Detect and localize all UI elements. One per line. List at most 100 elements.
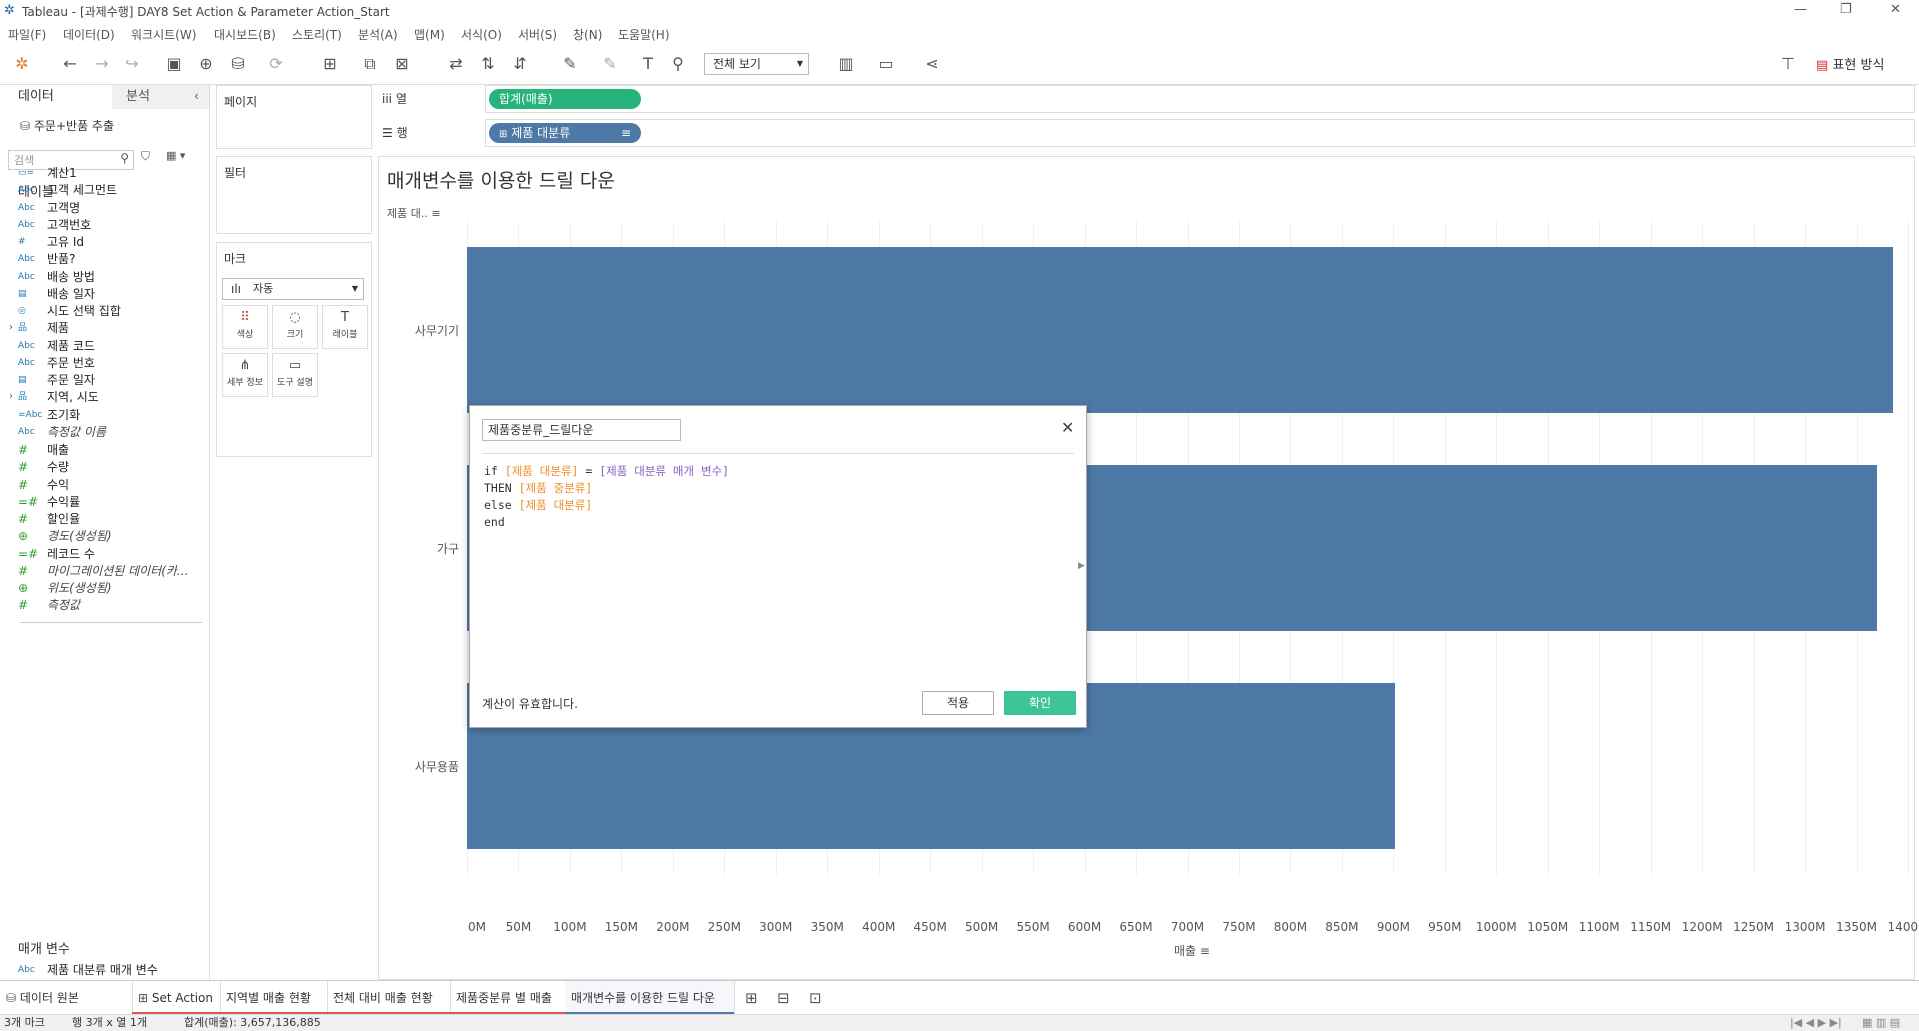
y-tick-label[interactable]: 가구 <box>379 540 459 557</box>
menu-item-8[interactable]: 서버(S) <box>518 26 557 43</box>
pin-icon[interactable]: ⚲ <box>668 54 688 74</box>
sheet-tab-0[interactable]: ⛁ 데이터 원본 <box>0 981 133 1015</box>
mark-button-4[interactable]: ▭ 도구 설명 <box>272 353 318 397</box>
expand-arrow-icon[interactable]: ▶ <box>1078 561 1085 571</box>
expand-icon: ⊞ <box>499 129 508 140</box>
save-icon[interactable]: ▣ <box>164 54 184 74</box>
menu-item-10[interactable]: 도움말(H) <box>618 26 670 43</box>
new-datasource-icon[interactable]: ⊕ <box>196 54 216 74</box>
sheet-tab-3[interactable]: 전체 대비 매출 현황 <box>327 981 451 1015</box>
formula-editor[interactable]: if [제품 대분류] = [제품 대분류 매개 변수] THEN [제품 중분류… <box>470 463 1070 653</box>
sort-ascending-icon[interactable]: ⇅ <box>478 54 498 74</box>
new-story-icon[interactable]: ⊡ <box>809 989 822 1007</box>
tab-data[interactable]: 데이터 <box>0 85 110 109</box>
x-axis: 0M 50M 100M 150M 200M 250M 300M 350M 400M 450M 500… <box>467 920 1919 936</box>
minimize-icon[interactable]: — <box>1794 2 1807 17</box>
field-item[interactable]: # 측정값 <box>0 595 205 615</box>
show-me-label: 표현 방식 <box>1832 58 1885 73</box>
label-icon[interactable]: T <box>638 54 658 74</box>
menu-item-1[interactable]: 데이터(D) <box>63 26 115 43</box>
collapse-pane-icon[interactable]: ‹ <box>194 89 199 103</box>
tableau-home-icon[interactable]: ✲ <box>12 54 32 74</box>
menu-bar: 파일(F) 데이터(D) 워크시트(W) 대시보드(B) 스토리(T) 분석(A) 맵(M)… <box>0 22 1919 44</box>
sheet-tab-label: 전체 대비 매출 현황 <box>333 991 433 1005</box>
menu-item-3[interactable]: 대시보드(B) <box>214 26 276 43</box>
mark-type-value: 자동 <box>253 282 274 295</box>
tab-nav-icons[interactable]: |◀ ◀ ▶ ▶| <box>1790 1015 1842 1031</box>
view-options-icon[interactable]: ▦ ▾ <box>166 149 185 162</box>
mark-button-3[interactable]: ⋔ 세부 정보 <box>222 353 268 397</box>
clear-sheet-icon[interactable]: ⊠ <box>392 54 412 74</box>
forward-icon[interactable]: → <box>92 54 112 74</box>
columns-pill[interactable]: 합계(매출) <box>489 89 641 109</box>
x-tick-label: 1250M <box>1733 920 1775 934</box>
restore-icon[interactable]: ❐ <box>1840 2 1852 17</box>
sheet-tab-5[interactable]: 매개변수를 이용한 드릴 다운 <box>565 981 735 1015</box>
sheet-tab-4[interactable]: 제품중분류 별 매출 <box>450 981 566 1015</box>
menu-item-7[interactable]: 서식(O) <box>461 26 502 43</box>
redo-icon[interactable]: ↪ <box>122 54 142 74</box>
field-item[interactable]: Abc 제품 대분류 매개 변수 <box>0 960 205 980</box>
group-icon[interactable]: ✎ <box>600 54 620 74</box>
calc-name-input[interactable]: 제품중분류_드릴다운 <box>482 419 681 441</box>
ok-button[interactable]: 확인 <box>1004 691 1076 715</box>
tooltip-toggle-icon[interactable]: ⊤ <box>1778 54 1798 74</box>
menu-item-9[interactable]: 창(N) <box>573 26 602 43</box>
x-tick-label: 1000M <box>1475 920 1517 934</box>
fit-select[interactable]: 전체 보기 ▼ <box>704 53 809 75</box>
duplicate-icon[interactable]: ⧉ <box>360 54 380 74</box>
field-label: 측정값 이름 <box>47 424 107 439</box>
y-tick-label[interactable]: 사무기기 <box>379 322 459 339</box>
menu-item-2[interactable]: 워크시트(W) <box>131 26 196 43</box>
sort-descending-icon[interactable]: ⇵ <box>510 54 530 74</box>
presentation-icon[interactable]: ▭ <box>876 54 896 74</box>
datasource-item[interactable]: ⛁ 주문+반품 추출 <box>20 117 114 134</box>
highlight-icon[interactable]: ✎ <box>560 54 580 74</box>
apply-button[interactable]: 적용 <box>922 691 994 715</box>
new-worksheet-icon[interactable]: ⊞ <box>320 54 340 74</box>
chart-icon[interactable]: ▥ <box>836 54 856 74</box>
pages-card[interactable]: 페이지 <box>216 85 372 149</box>
mark-button-0[interactable]: ⠿ 색상 <box>222 305 268 349</box>
y-tick-label[interactable]: 사무용품 <box>379 758 459 775</box>
x-tick-label: 700M <box>1170 920 1205 934</box>
new-dashboard-icon[interactable]: ⊟ <box>777 989 790 1007</box>
show-me-button[interactable]: ▤ 표현 방식 <box>1816 54 1884 73</box>
y-axis: 사무기기가구사무용품 <box>379 221 463 875</box>
mark-button-2[interactable]: T 레이블 <box>322 305 368 349</box>
x-tick-label: 50M <box>505 920 532 934</box>
datasource-icon[interactable]: ⛁ <box>228 54 248 74</box>
menu-item-5[interactable]: 분석(A) <box>358 26 398 43</box>
close-window-icon[interactable]: ✕ <box>1890 2 1901 17</box>
menu-item-4[interactable]: 스토리(T) <box>292 26 342 43</box>
menu-item-6[interactable]: 맵(M) <box>414 26 445 43</box>
x-tick-label: 1300M <box>1784 920 1826 934</box>
toolbar: ✲ ← → ↪ ▣ ⊕ ⛁ ⟳ ⊞ ⧉ ⊠ ⇄ ⇅ ⇵ ✎ ✎ T ⚲ 전체 보… <box>0 44 1919 85</box>
rows-pill[interactable]: ⊞ 제품 대분류 ≡ <box>489 123 641 143</box>
back-icon[interactable]: ← <box>60 54 80 74</box>
code-token: = <box>578 464 600 478</box>
share-icon[interactable]: ⋖ <box>922 54 942 74</box>
sheet-tab-label: Set Action <box>151 991 213 1005</box>
x-axis-title[interactable]: 매출 ≡ <box>1174 942 1210 959</box>
swap-icon[interactable]: ⇄ <box>446 54 466 74</box>
sheet-tab-2[interactable]: 지역별 매출 현황 <box>220 981 328 1015</box>
x-axis-title-label: 매출 <box>1174 944 1197 958</box>
menu-item-0[interactable]: 파일(F) <box>8 26 46 43</box>
refresh-icon[interactable]: ⟳ <box>266 54 286 74</box>
bar-0[interactable] <box>467 247 1893 413</box>
rows-shelf[interactable]: ⊞ 제품 대분류 ≡ <box>485 119 1915 147</box>
mark-button-icon: ⠿ <box>240 310 250 325</box>
field-item[interactable]: Abc 측정값 이름 <box>0 422 205 442</box>
filters-card[interactable]: 필터 <box>216 156 372 234</box>
row-header[interactable]: 제품 대.. ≡ <box>387 205 441 221</box>
view-mode-icons[interactable]: ▦ ▥ ▤ <box>1862 1015 1900 1031</box>
new-sheet-icon[interactable]: ⊞ <box>745 989 758 1007</box>
filter-icon[interactable]: ⛉ <box>141 149 150 164</box>
sheet-tab-1[interactable]: ⊞ Set Action <box>132 981 221 1015</box>
columns-shelf[interactable]: 합계(매출) <box>485 85 1915 113</box>
close-icon[interactable]: ✕ <box>1061 418 1074 437</box>
code-line: THEN [제품 중분류] <box>484 480 592 497</box>
mark-button-1[interactable]: ◌ 크기 <box>272 305 318 349</box>
mark-type-select[interactable]: ılı 자동 ▼ <box>222 278 364 300</box>
